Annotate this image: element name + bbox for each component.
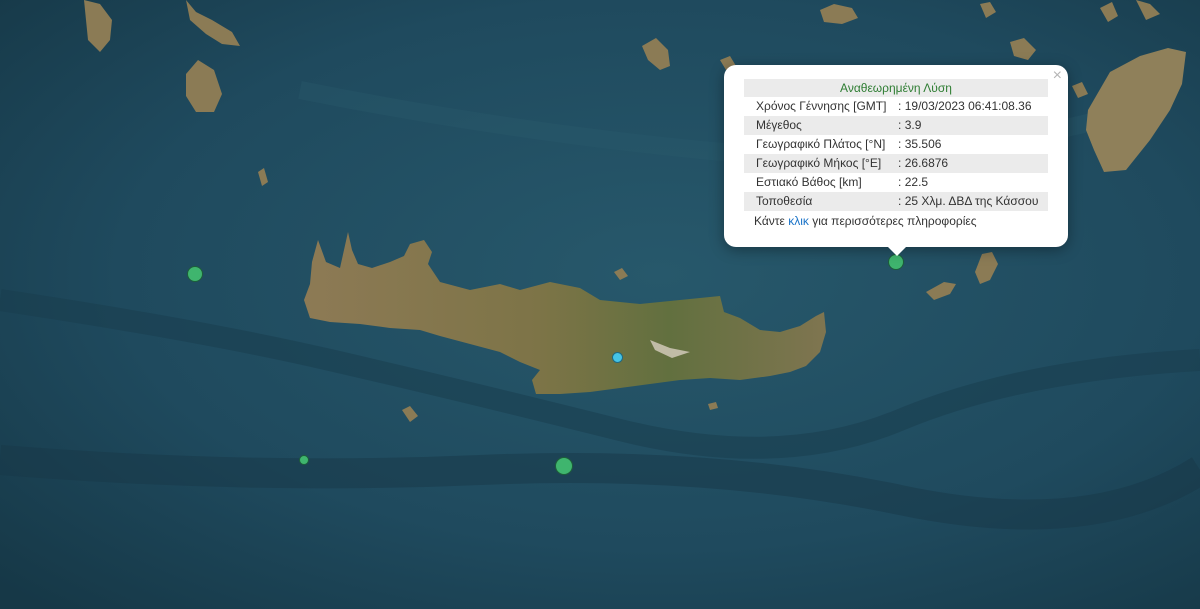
earthquake-details-table: Χρόνος Γέννησης [GMT] : 19/03/2023 06:41… [744,97,1048,211]
row-value: : 26.6876 [896,154,1048,173]
row-label: Τοποθεσία [744,192,897,211]
table-row: Γεωγραφικό Πλάτος [°N] : 35.506 [744,135,1048,154]
row-value: : 3.9 [896,116,1048,135]
row-value: : 35.506 [898,137,942,151]
table-row: Χρόνος Γέννησης [GMT] : 19/03/2023 06:41… [744,97,1048,116]
table-row: Γεωγραφικό Μήκος [°E] : 26.6876 [744,154,1048,173]
earthquake-marker[interactable] [612,352,623,363]
row-value: : 19/03/2023 06:41:08.36 [898,99,1032,113]
earthquake-marker[interactable] [299,455,309,465]
more-info-prefix: Κάντε [754,214,789,228]
row-value: : 25 Χλμ. ΔΒΔ της Κάσσου [896,192,1048,211]
earthquake-marker[interactable] [187,266,203,282]
row-value: : 22.5 [898,175,929,189]
popup-title: Αναθεωρημένη Λύση [744,79,1048,97]
table-row: Μέγεθος : 3.9 [744,116,1048,135]
popup-tip [887,246,907,256]
map-view[interactable]: × Αναθεωρημένη Λύση Χρόνος Γέννησης [GMT… [0,0,1200,609]
row-label: Μέγεθος [744,116,897,135]
earthquake-marker-selected[interactable] [888,254,904,270]
more-info-text: Κάντε κλικ για περισσότερες πληροφορίες [744,211,1048,231]
row-label: Εστιακό Βάθος [km] [756,175,862,189]
more-info-suffix: για περισσότερες πληροφορίες [808,214,977,228]
earthquake-info-popup: × Αναθεωρημένη Λύση Χρόνος Γέννησης [GMT… [724,65,1068,256]
table-row: Εστιακό Βάθος [km] : 22.5 [744,173,1048,192]
row-label: Γεωγραφικό Μήκος [°E] [744,154,897,173]
earthquake-marker[interactable] [555,457,573,475]
row-label: Χρόνος Γέννησης [GMT] [756,99,887,113]
close-icon[interactable]: × [1053,68,1062,84]
table-row: Τοποθεσία : 25 Χλμ. ΔΒΔ της Κάσσου [744,192,1048,211]
row-label: Γεωγραφικό Πλάτος [°N] [756,137,886,151]
more-info-link[interactable]: κλικ [788,214,809,228]
